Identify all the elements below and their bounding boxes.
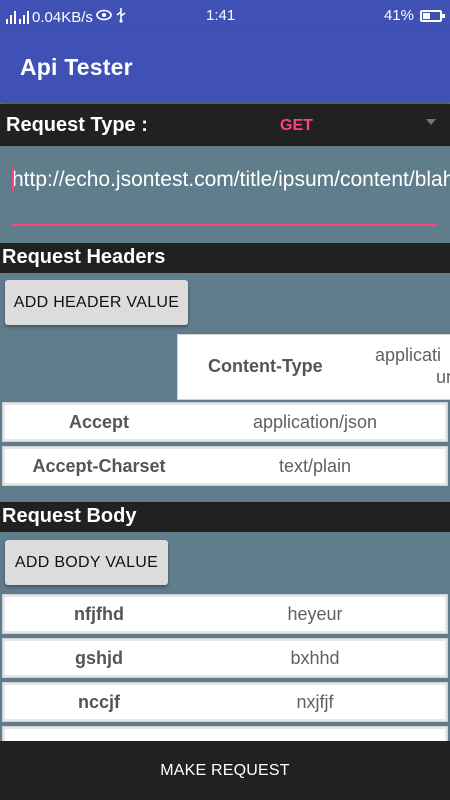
clock: 1:41 xyxy=(206,7,236,24)
header-value: applicati ur xyxy=(375,345,450,387)
add-header-value-button[interactable]: ADD HEADER VALUE xyxy=(5,280,188,325)
header-value: text/plain xyxy=(278,455,352,476)
body-row[interactable]: gshjd bxhhd xyxy=(2,638,448,678)
request-headers-title: Request Headers xyxy=(0,243,450,273)
header-value: application/json xyxy=(252,411,378,432)
header-key: Content-Type xyxy=(208,356,323,376)
status-bar: 0.04KB/s 1:41 41% xyxy=(0,0,450,32)
app-bar: Api Tester xyxy=(0,32,450,102)
url-input[interactable]: http://echo.jsontest.com/title/ipsum/con… xyxy=(12,165,450,226)
signal-icon xyxy=(6,10,16,24)
body-value: nxjfjf xyxy=(296,691,334,712)
network-speed: 0.04KB/s xyxy=(32,8,93,26)
header-key: Accept xyxy=(68,411,130,432)
body-key: nccjf xyxy=(77,691,120,712)
eye-icon xyxy=(96,8,112,26)
url-input-underline xyxy=(12,224,438,226)
make-request-button[interactable]: MAKE REQUEST xyxy=(0,741,450,800)
battery-percent: 41% xyxy=(383,7,414,24)
body-key: gshjd xyxy=(75,647,123,668)
body-row[interactable]: nfjfhd heyeur xyxy=(2,594,448,634)
body-value: heyeur xyxy=(287,603,343,624)
request-type-spinner[interactable]: GET xyxy=(280,117,313,135)
body-value: bxhhd xyxy=(290,647,340,668)
body-key: nfjfhd xyxy=(74,603,124,624)
header-row[interactable]: Content-Type applicati ur xyxy=(177,334,450,400)
header-key: Accept-Charset xyxy=(32,455,166,476)
battery-icon xyxy=(420,9,445,22)
usb-icon xyxy=(115,7,127,27)
request-body-title: Request Body xyxy=(0,502,450,532)
body-row[interactable]: nccjf nxjfjf xyxy=(2,682,448,722)
header-row[interactable]: Accept-Charset text/plain xyxy=(2,446,448,486)
add-body-value-button[interactable]: ADD BODY VALUE xyxy=(5,540,168,585)
url-input-text[interactable]: http://echo.jsontest.com/title/ipsum/con… xyxy=(12,165,450,194)
dropdown-arrow-icon[interactable] xyxy=(426,119,436,125)
request-type-label: Request Type : xyxy=(6,114,148,136)
header-row[interactable]: Accept application/json xyxy=(2,402,448,442)
text-cursor xyxy=(12,168,14,192)
sim-signal-icon xyxy=(19,10,29,24)
app-title: Api Tester xyxy=(20,54,133,80)
request-type-row: Request Type : GET xyxy=(0,104,450,146)
